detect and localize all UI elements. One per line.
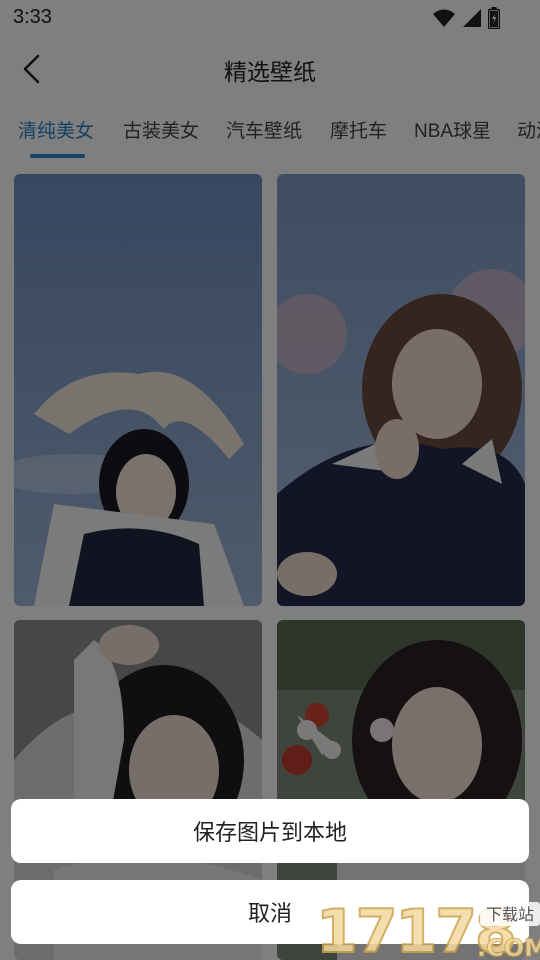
watermark-tag: 下载站 — [486, 905, 534, 924]
site-watermark-logo: 17178 下载站 .COM — [315, 896, 540, 960]
wallpaper-page: 3:33 精选壁纸 清纯美女 古装美女 汽车壁纸 摩托车 NBA球 — [0, 0, 540, 960]
save-image-button[interactable]: 保存图片到本地 — [11, 799, 529, 863]
watermark-domain: .COM — [477, 934, 540, 960]
